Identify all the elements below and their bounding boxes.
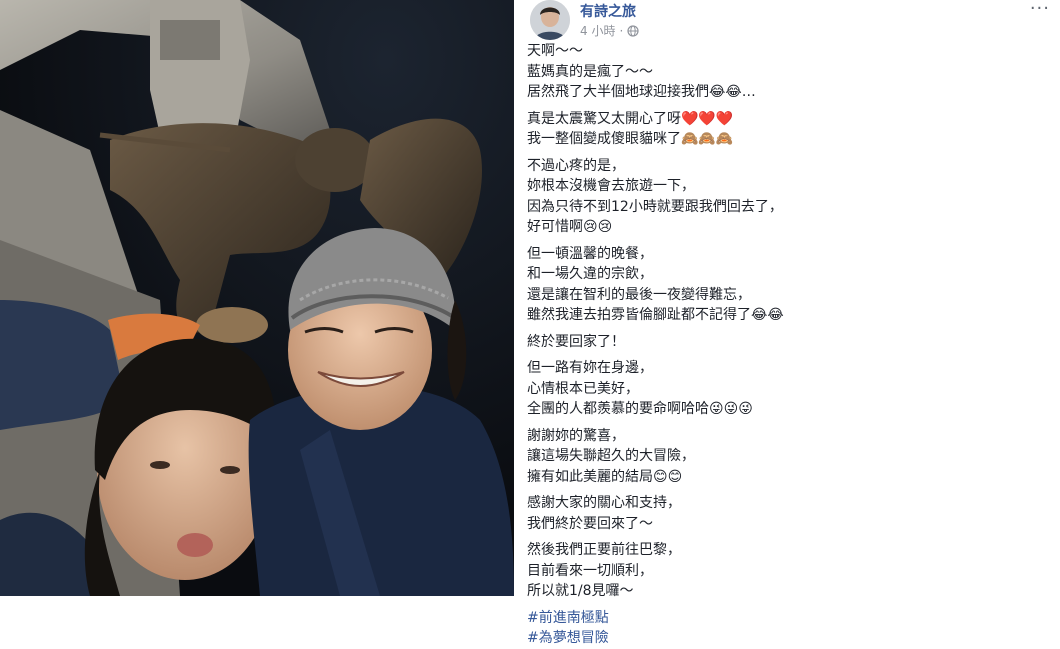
- author-name[interactable]: 有詩之旅: [580, 1, 636, 21]
- post-text-line: 心情根本已美好，: [527, 380, 639, 397]
- post-text-line: 天啊～～: [527, 43, 583, 59]
- post-paragraph: 謝謝妳的驚喜， 讓這場失聯超久的大冒險， 擁有如此美麗的結局😊😊: [527, 426, 1047, 488]
- post-text-line: 然後我們正要前往巴黎，: [527, 542, 681, 558]
- facebook-post: 有詩之旅 4 小時 · ··· 天啊～～ 藍媽真的是瘋了～～ 居然飛了大半個地球迎接…: [514, 0, 1060, 646]
- post-timestamp[interactable]: 4 小時: [580, 22, 615, 39]
- post-text-line: 雖然我連去拍雰皆倫腳趾都不記得了😂😂: [527, 307, 784, 323]
- post-text-line: 但一頓溫馨的晚餐，: [527, 245, 653, 262]
- post-text-line: 我一整個變成傻眼貓咪了🙈🙈🙈: [527, 131, 734, 147]
- post-paragraph: 感謝大家的關心和支持， 我們終於要回來了～: [527, 493, 1047, 534]
- post-text-line: 妳根本沒機會去旅遊一下，: [527, 178, 695, 194]
- post-paragraph: 真是太震驚又太開心了呀❤️❤️❤️ 我一整個變成傻眼貓咪了🙈🙈🙈: [527, 109, 1047, 150]
- post-text: 天啊～～ 藍媽真的是瘋了～～ 居然飛了大半個地球迎接我們😂😂… 真是太震驚又太開心了呀…: [527, 41, 1047, 649]
- post-text-line: 居然飛了大半個地球迎接我們😂😂…: [527, 84, 756, 100]
- post-paragraph: 但一路有妳在身邊， 心情根本已美好， 全團的人都羨慕的要命啊哈哈😜😜😜: [527, 358, 1047, 420]
- post-text-line: 但一路有妳在身邊，: [527, 360, 653, 376]
- post-text-line: 所以就1/8見囉～: [527, 583, 634, 599]
- post-text-line: 好可惜啊😢😢: [527, 219, 613, 235]
- photo-image: [0, 0, 514, 596]
- post-text-line: 目前看來一切順利，: [527, 562, 653, 579]
- hashtag-list: #前進南極點 #為夢想冒險: [527, 608, 1047, 649]
- post-text-line: 因為只待不到12小時就要跟我們回去了，: [527, 198, 783, 215]
- hashtag-link[interactable]: #前進南極點: [527, 608, 1047, 629]
- post-text-line: 謝謝妳的驚喜，: [527, 427, 625, 444]
- meta-separator: ·: [619, 23, 624, 38]
- post-text-line: 擁有如此美麗的結局😊😊: [527, 468, 683, 485]
- post-paragraph: 然後我們正要前往巴黎， 目前看來一切順利， 所以就1/8見囉～: [527, 540, 1047, 602]
- post-text-line: 感謝大家的關心和支持，: [527, 495, 681, 511]
- post-photo[interactable]: [0, 0, 514, 596]
- post-text-line: 真是太震驚又太開心了呀❤️❤️❤️: [527, 110, 734, 127]
- post-paragraph: 不過心疼的是， 妳根本沒機會去旅遊一下， 因為只待不到12小時就要跟我們回去了， 好可…: [527, 156, 1047, 238]
- post-text-line: 藍媽真的是瘋了～～: [527, 63, 653, 80]
- post-meta: 4 小時 ·: [580, 22, 639, 39]
- hashtag-link[interactable]: #為夢想冒險: [527, 628, 1047, 649]
- post-text-line: 還是讓在智利的最後一夜變得難忘，: [527, 286, 751, 303]
- post-text-line: 我們終於要回來了～: [527, 515, 653, 532]
- post-text-line: 和一場久違的宗飲，: [527, 266, 653, 282]
- post-text-line: 不過心疼的是，: [527, 157, 625, 174]
- post-paragraph: 但一頓溫馨的晚餐， 和一場久違的宗飲， 還是讓在智利的最後一夜變得難忘， 雖然我連去拍…: [527, 244, 1047, 326]
- post-paragraph: 天啊～～ 藍媽真的是瘋了～～ 居然飛了大半個地球迎接我們😂😂…: [527, 41, 1047, 103]
- avatar[interactable]: [530, 0, 570, 40]
- globe-icon[interactable]: [627, 24, 639, 37]
- post-text-line: 讓這場失聯超久的大冒險，: [527, 448, 695, 464]
- post-text-line: 全團的人都羨慕的要命啊哈哈😜😜😜: [527, 401, 753, 417]
- post-paragraph: 終於要回家了！: [527, 332, 1047, 353]
- avatar-image: [530, 0, 570, 40]
- more-icon[interactable]: ···: [1030, 0, 1050, 18]
- post-text-line: 終於要回家了！: [527, 333, 625, 350]
